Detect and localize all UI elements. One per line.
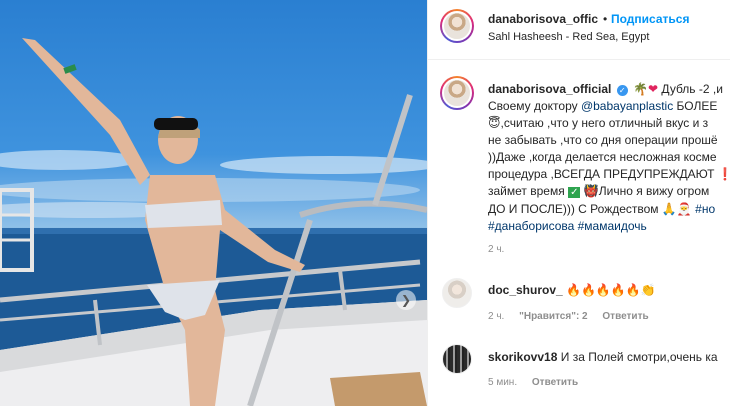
comment-meta: 5 мин. Ответить [488, 377, 590, 388]
devil-icon: 👹 [583, 184, 599, 198]
caption-username[interactable]: danaborisova_official [488, 82, 611, 96]
caption-line: ,считаю ,что у него отличный вкус и з [500, 116, 709, 130]
caption-line: процедура ,ВСЕГДА ПРЕДУПРЕЖДАЮТ [488, 167, 715, 181]
pray-icon: 🙏 [661, 202, 677, 216]
heart-icon: ❤ [648, 82, 659, 96]
smile-icon: 😇 [488, 116, 501, 130]
santa-icon: 🎅 [676, 202, 692, 216]
post-header: danaborisova_offic • Подписаться Sahl Ha… [428, 0, 730, 60]
caption-line: Своему доктору [488, 99, 578, 113]
author-username[interactable]: danaborisova_offic [488, 12, 598, 26]
comment-item: skorikovv18 И за Полей смотри,очень ка 5… [428, 336, 730, 396]
post-side-panel: danaborisova_offic • Подписаться Sahl Ha… [427, 0, 730, 406]
hashtag-link[interactable]: #данаборисова #мамаидочь [488, 219, 647, 233]
palm-tree-icon: 🌴 [633, 82, 649, 96]
chevron-right-icon[interactable]: ❯ [396, 290, 416, 310]
caption-line: не забывать ,что со дня операции прошё [488, 133, 718, 147]
caption-line: БОЛЕЕ [676, 99, 718, 113]
avatar[interactable] [442, 278, 472, 308]
avatar[interactable] [442, 344, 472, 374]
reply-button[interactable]: Ответить [602, 311, 648, 322]
photo-scene [0, 38, 427, 406]
avatar[interactable] [440, 76, 474, 110]
verified-badge-icon: ✓ [616, 85, 628, 96]
comment-body: И за Полей смотри,очень ка [560, 350, 718, 364]
exclamation-icon: ❗ [718, 167, 730, 181]
comment-username[interactable]: skorikovv18 [488, 350, 557, 364]
caption-line: ))Даже ,когда делается несложная косме [488, 150, 717, 164]
check-icon: ✓ [568, 187, 581, 198]
comment-likes[interactable]: "Нравится": 2 [519, 311, 588, 322]
mention-link[interactable]: @babayanplastic [581, 99, 673, 113]
reply-button[interactable]: Ответить [532, 377, 578, 388]
caption-line: займет время [488, 184, 565, 198]
comment-item: doc_shurov_ 🔥🔥🔥🔥🔥👏 2 ч. "Нравится": 2 От… [428, 270, 730, 330]
comment-body: 🔥🔥🔥🔥🔥👏 [566, 283, 656, 297]
hashtag-link[interactable]: #но [695, 202, 715, 216]
caption-line: ДО И ПОСЛЕ))) С Рождеством [488, 202, 659, 216]
comment-timestamp[interactable]: 5 мин. [488, 377, 517, 388]
comment-meta: 2 ч. "Нравится": 2 Ответить [488, 311, 661, 322]
post-timestamp[interactable]: 2 ч. [488, 244, 504, 255]
comment-text: doc_shurov_ 🔥🔥🔥🔥🔥👏 [488, 283, 656, 297]
follow-button[interactable]: Подписаться [611, 12, 689, 26]
post-caption: danaborisova_official ✓ 🌴❤ Дубль -2 ,и С… [428, 60, 730, 270]
comment-timestamp[interactable]: 2 ч. [488, 311, 504, 322]
avatar[interactable] [440, 9, 474, 43]
caption-line: Дубль -2 ,и [661, 82, 723, 96]
caption-text: danaborisova_official ✓ 🌴❤ Дубль -2 ,и С… [488, 81, 730, 235]
comment-username[interactable]: doc_shurov_ [488, 283, 563, 297]
location-link[interactable]: Sahl Hasheesh - Red Sea, Egypt [488, 31, 649, 43]
separator-dot: • [603, 12, 608, 26]
comment-text: skorikovv18 И за Полей смотри,очень ка [488, 350, 718, 364]
post-photo[interactable]: ❯ [0, 0, 427, 406]
caption-line: Лично я вижу огром [598, 184, 710, 198]
